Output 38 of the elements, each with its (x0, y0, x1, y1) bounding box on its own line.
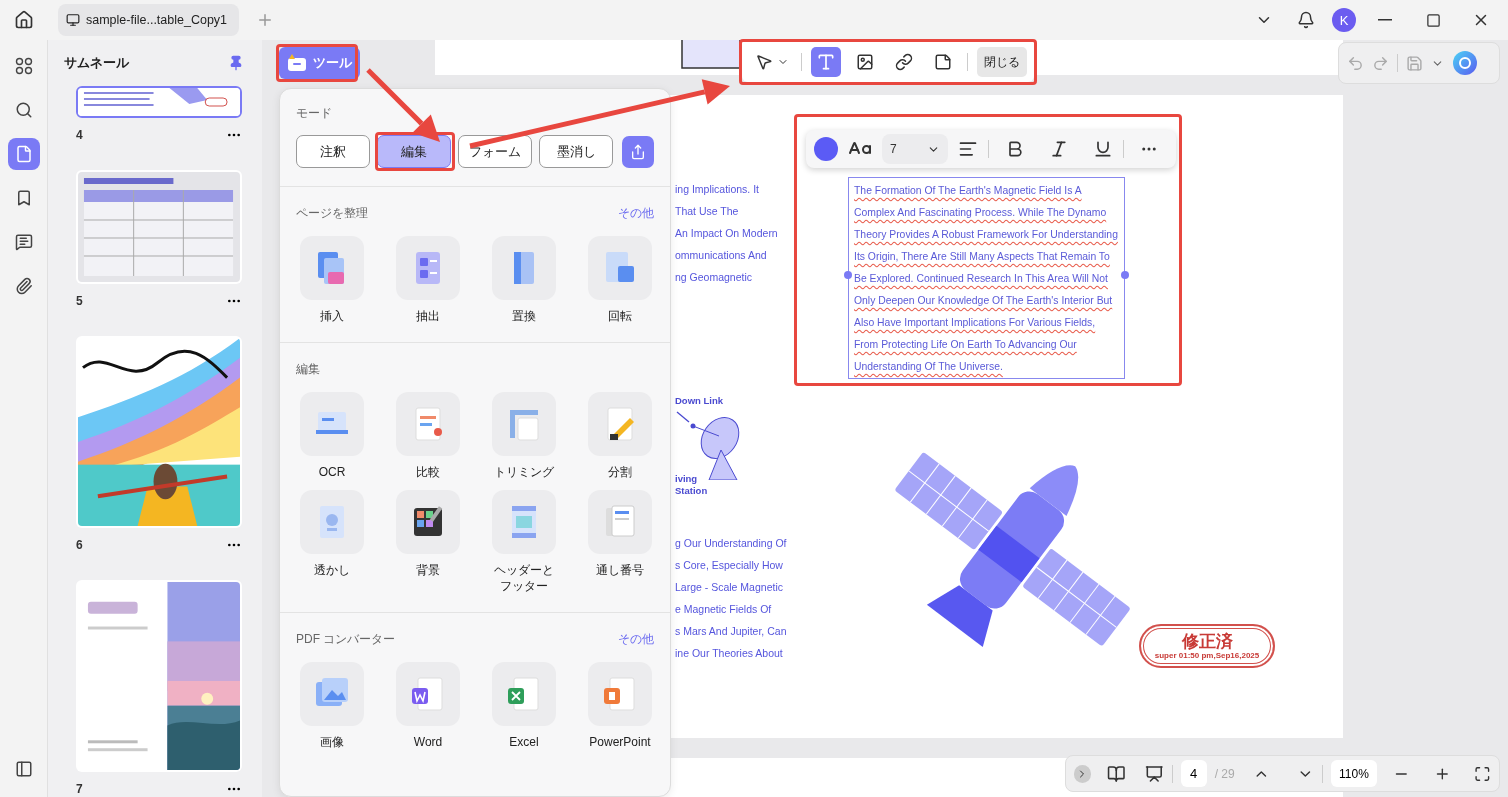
text-line: ng Geomagnetic (675, 270, 754, 285)
section-title: モード (296, 105, 333, 122)
user-avatar[interactable]: K (1332, 8, 1356, 32)
document-tab[interactable]: sample-file...table_Copy1 (58, 4, 240, 36)
diagram-label: iving Station (675, 473, 708, 497)
mode-button[interactable]: 編集 (377, 135, 452, 168)
text-line: ing Implications. It (675, 182, 761, 197)
sidebar-title: サムネール (64, 54, 129, 72)
text-line: An Impact On Modern (675, 226, 778, 241)
zoom-field[interactable]: 110% (1330, 760, 1377, 787)
font-size-select[interactable]: 7 (882, 134, 948, 164)
more-link[interactable]: その他 (618, 205, 654, 222)
diagram-label: Down Link (675, 395, 724, 407)
text-line: ine Our Theories About (675, 646, 784, 661)
text-line: g Our Understanding Of (675, 536, 787, 551)
paragraph: The Formation Of The Earth's Magnetic Field Is A Complex And Fascinating Process. While The Dynamo Theory Provides A Robust Framework For Understanding Its Origin, There Are Still Many Aspects That Remain To Be Explored. Continued Research In This Area Will Not Only Deepen Our Knowledge Of The Earth's Interior But Also Have Important Implications For Various Fields, From Protecting Life On Earth To Advancing Our Understanding Of The Universe. (854, 184, 1119, 374)
section-title: 編集 (296, 361, 320, 378)
page-number: 7 (76, 782, 83, 796)
page-number: 6 (76, 538, 83, 552)
close-edit-button[interactable]: 閉じる (977, 47, 1027, 77)
stamp-title: 修正済 (1181, 632, 1233, 651)
stamp-subtitle: super 01:50 pm,Sep16,2025 (1154, 650, 1260, 660)
more-link[interactable]: その他 (618, 631, 654, 648)
text-line: s Mars And Jupiter, Can (675, 624, 787, 639)
page-field[interactable]: 4 (1180, 760, 1207, 787)
text-line: Large - Scale Magnetic (675, 580, 784, 595)
text-line: That Use The (675, 204, 740, 219)
mode-button[interactable]: 墨消し (539, 135, 614, 168)
section-title: ページを整理 (296, 205, 368, 222)
section-title: PDF コンバーター (296, 631, 396, 648)
text-line: e Magnetic Fields Of (675, 602, 773, 617)
text-line: s Core, Especially How (675, 558, 784, 573)
tools-button[interactable]: ツール (279, 47, 360, 79)
mode-button[interactable]: 注釈 (296, 135, 371, 168)
text-line: ommunications And (675, 248, 768, 263)
page-total: / 29 (1214, 766, 1235, 781)
page-number: 4 (76, 128, 83, 142)
page-number: 5 (76, 294, 83, 308)
